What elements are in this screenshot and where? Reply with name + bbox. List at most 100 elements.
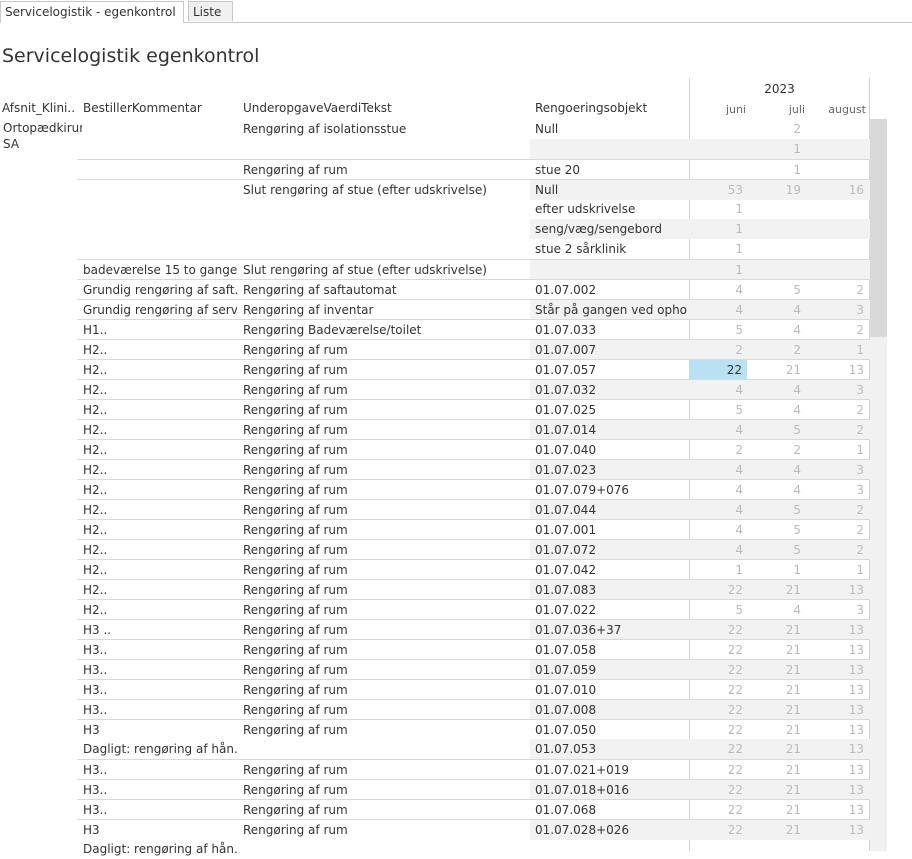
underopgave-cell[interactable]: Rengøring af rum: [240, 700, 530, 720]
underopgave-cell[interactable]: Rengøring af rum: [240, 620, 530, 640]
measure-cell[interactable]: 16: [808, 180, 869, 200]
underopgave-cell[interactable]: Rengøring af rum: [240, 160, 530, 180]
measure-cell[interactable]: 1: [749, 560, 806, 580]
bestiller-cell[interactable]: H2..: [80, 520, 237, 540]
rengoeringsobjekt-cell[interactable]: Står på gangen ved ophol..: [532, 300, 687, 320]
underopgave-cell[interactable]: Rengøring af rum: [240, 480, 530, 500]
underopgave-cell[interactable]: Rengøring af rum: [240, 560, 530, 580]
measure-cell[interactable]: 22: [689, 800, 748, 820]
measure-cell[interactable]: 2: [808, 420, 869, 440]
measure-cell[interactable]: 2: [808, 520, 869, 540]
measure-cell[interactable]: 4: [749, 400, 806, 420]
measure-cell[interactable]: 21: [749, 360, 806, 380]
underopgave-cell[interactable]: Rengøring af rum: [240, 380, 530, 400]
measure-cell[interactable]: 4: [689, 300, 748, 320]
rengoeringsobjekt-cell[interactable]: [532, 839, 687, 859]
rengoeringsobjekt-cell[interactable]: 01.07.008: [532, 700, 687, 720]
month-header-august[interactable]: august: [808, 103, 866, 116]
rengoeringsobjekt-cell[interactable]: 01.07.058: [532, 640, 687, 660]
measure-cell[interactable]: 2: [689, 440, 748, 460]
rengoeringsobjekt-cell[interactable]: 01.07.018+016: [532, 780, 687, 800]
rengoeringsobjekt-cell[interactable]: 01.07.072: [532, 540, 687, 560]
measure-cell[interactable]: [749, 219, 806, 239]
measure-cell[interactable]: 22: [689, 739, 748, 759]
underopgave-cell[interactable]: [240, 739, 530, 759]
measure-cell[interactable]: [808, 119, 869, 139]
bestiller-cell[interactable]: H3..: [80, 700, 237, 720]
column-header-afsnit[interactable]: Afsnit_Klini..: [2, 101, 75, 115]
tab-servicelogistik-egenkontrol[interactable]: Servicelogistik - egenkontrol: [0, 1, 184, 23]
rengoeringsobjekt-cell[interactable]: 01.07.068: [532, 800, 687, 820]
measure-cell[interactable]: [749, 239, 806, 259]
measure-cell[interactable]: 21: [749, 700, 806, 720]
bestiller-cell[interactable]: Grundig rengøring af serv..: [80, 300, 237, 320]
column-header-rengoeringsobjekt[interactable]: Rengoeringsobjekt: [535, 101, 647, 115]
month-header-juni[interactable]: juni: [689, 103, 746, 116]
rengoeringsobjekt-cell[interactable]: 01.07.040: [532, 440, 687, 460]
rengoeringsobjekt-cell[interactable]: 01.07.007: [532, 340, 687, 360]
underopgave-cell[interactable]: Rengøring af rum: [240, 660, 530, 680]
measure-cell[interactable]: 13: [808, 660, 869, 680]
measure-cell[interactable]: 13: [808, 360, 869, 380]
rengoeringsobjekt-cell[interactable]: 01.07.083: [532, 580, 687, 600]
rengoeringsobjekt-cell[interactable]: 01.07.050: [532, 720, 687, 740]
underopgave-cell[interactable]: Rengøring af inventar: [240, 300, 530, 320]
measure-cell[interactable]: [808, 239, 869, 259]
measure-cell[interactable]: [808, 160, 869, 180]
measure-cell[interactable]: 13: [808, 640, 869, 660]
bestiller-cell[interactable]: H3..: [80, 660, 237, 680]
underopgave-cell[interactable]: Rengøring af saftautomat: [240, 280, 530, 300]
measure-cell[interactable]: [808, 139, 869, 159]
measure-cell[interactable]: 22: [689, 640, 748, 660]
measure-cell[interactable]: 21: [749, 580, 806, 600]
measure-cell[interactable]: 5: [749, 520, 806, 540]
bestiller-cell[interactable]: [80, 160, 237, 180]
measure-cell[interactable]: 5: [689, 320, 748, 340]
rengoeringsobjekt-cell[interactable]: 01.07.057: [532, 360, 687, 380]
measure-cell[interactable]: 3: [808, 380, 869, 400]
bestiller-cell[interactable]: H2..: [80, 420, 237, 440]
measure-cell[interactable]: 21: [749, 720, 806, 740]
bestiller-cell[interactable]: H3..: [80, 800, 237, 820]
underopgave-cell[interactable]: Rengøring af rum: [240, 600, 530, 620]
measure-cell[interactable]: 2: [808, 320, 869, 340]
measure-cell[interactable]: 21: [749, 660, 806, 680]
bestiller-cell[interactable]: H2..: [80, 360, 237, 380]
measure-cell[interactable]: [808, 219, 869, 239]
underopgave-cell[interactable]: Rengøring af rum: [240, 340, 530, 360]
vertical-scrollbar[interactable]: [870, 119, 887, 851]
measure-cell[interactable]: 13: [808, 680, 869, 700]
measure-cell[interactable]: 4: [689, 480, 748, 500]
measure-cell[interactable]: [689, 119, 748, 139]
measure-cell[interactable]: 22: [689, 820, 748, 840]
measure-cell[interactable]: 4: [689, 520, 748, 540]
bestiller-cell[interactable]: H2..: [80, 480, 237, 500]
measure-cell[interactable]: 4: [749, 300, 806, 320]
bestiller-cell[interactable]: H3: [80, 720, 237, 740]
measure-cell[interactable]: 2: [808, 400, 869, 420]
measure-cell[interactable]: [749, 839, 806, 859]
measure-cell[interactable]: 1: [749, 139, 806, 159]
measure-cell[interactable]: 2: [749, 340, 806, 360]
measure-cell[interactable]: 21: [749, 780, 806, 800]
measure-cell[interactable]: [749, 260, 806, 280]
underopgave-cell[interactable]: [240, 839, 530, 859]
measure-cell[interactable]: 13: [808, 739, 869, 759]
measure-cell[interactable]: 1: [689, 219, 748, 239]
underopgave-cell[interactable]: [240, 239, 530, 259]
measure-cell[interactable]: 5: [749, 420, 806, 440]
underopgave-cell[interactable]: [240, 139, 530, 159]
rengoeringsobjekt-cell[interactable]: 01.07.022: [532, 600, 687, 620]
measure-cell[interactable]: 3: [808, 460, 869, 480]
underopgave-cell[interactable]: Rengøring af rum: [240, 580, 530, 600]
rengoeringsobjekt-cell[interactable]: stue 2 sårklinik: [532, 239, 687, 259]
rengoeringsobjekt-cell[interactable]: 01.07.033: [532, 320, 687, 340]
underopgave-cell[interactable]: Rengøring af rum: [240, 460, 530, 480]
rengoeringsobjekt-cell[interactable]: stue 20: [532, 160, 687, 180]
bestiller-cell[interactable]: H2..: [80, 440, 237, 460]
year-header[interactable]: 2023: [689, 82, 870, 96]
measure-cell[interactable]: 2: [749, 119, 806, 139]
measure-cell[interactable]: 22: [689, 780, 748, 800]
underopgave-cell[interactable]: [240, 199, 530, 219]
measure-cell[interactable]: 1: [689, 560, 748, 580]
